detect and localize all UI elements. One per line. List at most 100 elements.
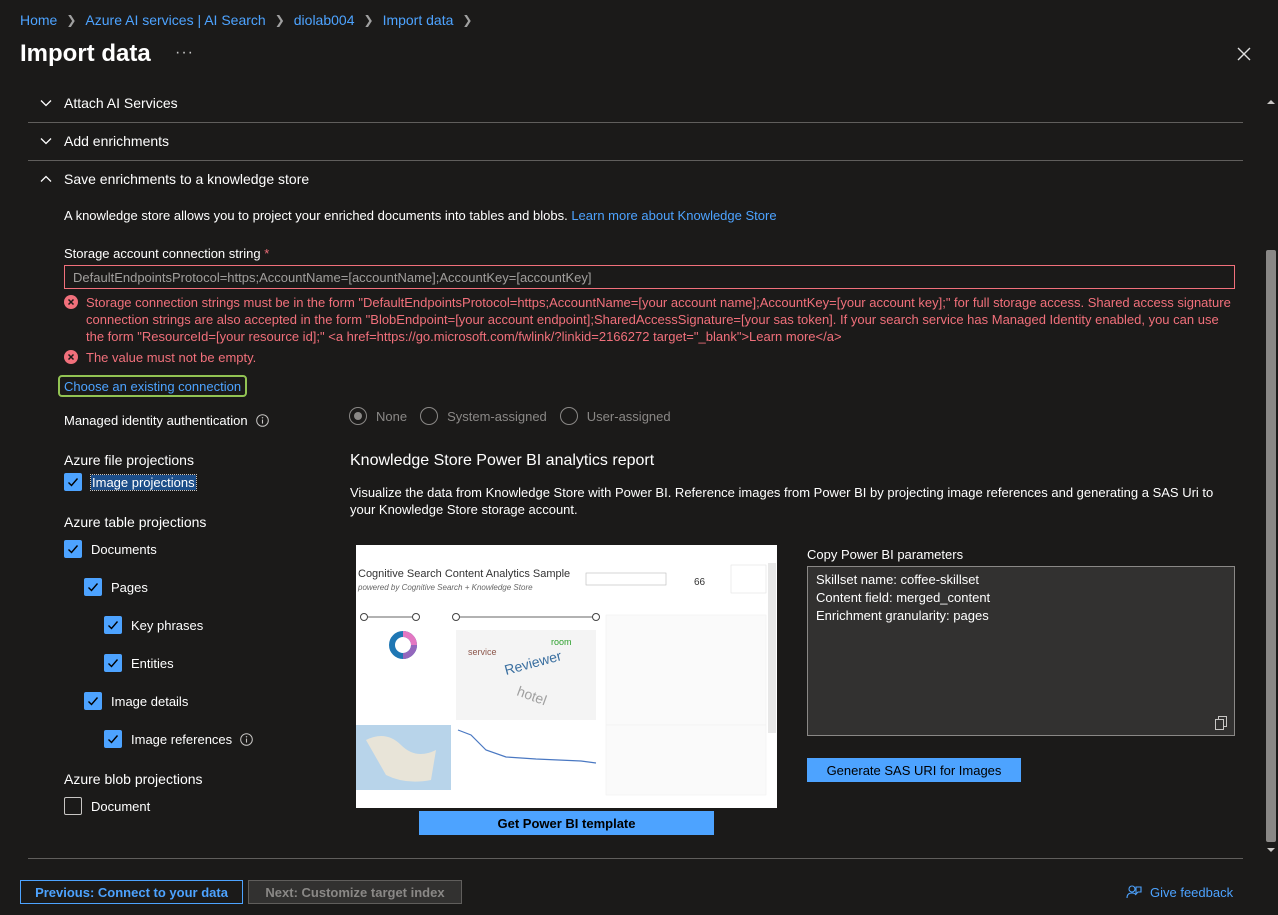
managed-identity-label: Managed identity authentication <box>64 413 269 428</box>
chevron-right-icon: ❯ <box>274 13 285 27</box>
svg-text:service: service <box>468 647 497 657</box>
checkbox-checked-icon <box>104 730 122 748</box>
previous-button[interactable]: Previous: Connect to your data <box>20 880 243 904</box>
knowledge-store-intro: A knowledge store allows you to project … <box>64 208 777 223</box>
breadcrumb-home[interactable]: Home <box>20 12 57 28</box>
chevron-down-icon <box>40 100 52 107</box>
radio-label: User-assigned <box>586 408 671 424</box>
report-total-docs: 66 <box>694 577 706 588</box>
error-icon <box>64 295 78 309</box>
checkbox-key-phrases[interactable]: Key phrases <box>104 616 203 634</box>
checkbox-image-details[interactable]: Image details <box>84 692 188 710</box>
checkbox-label: Key phrases <box>131 617 204 633</box>
error-message: The value must not be empty. <box>64 349 1236 366</box>
accordion-label: Attach AI Services <box>64 95 178 111</box>
checkbox-label: Document <box>91 798 151 814</box>
ellipsis-icon[interactable]: ··· <box>175 44 194 62</box>
param-content-field: Content field: merged_content <box>816 590 991 605</box>
intro-text: A knowledge store allows you to project … <box>64 208 568 223</box>
chevron-up-icon <box>40 175 52 182</box>
checkbox-pages[interactable]: Pages <box>84 578 148 596</box>
checkbox-label: Entities <box>131 655 174 671</box>
next-button[interactable]: Next: Customize target index <box>248 880 462 904</box>
checkbox-unchecked-icon <box>64 797 82 815</box>
chevron-right-icon: ❯ <box>462 13 473 27</box>
feedback-icon <box>1126 885 1142 899</box>
power-bi-report-preview: Cognitive Search Content Analytics Sampl… <box>356 545 777 808</box>
scroll-down-icon[interactable] <box>1266 845 1276 855</box>
footer-divider <box>28 858 1243 859</box>
radio-label: System-assigned <box>447 408 547 424</box>
give-feedback-link[interactable]: Give feedback <box>1126 884 1233 900</box>
table-projections-title: Azure table projections <box>64 514 207 530</box>
checkbox-label: Documents <box>91 541 157 557</box>
power-bi-params-box[interactable]: Skillset name: coffee-skillset Content f… <box>807 566 1235 736</box>
learn-more-link[interactable]: Learn more about Knowledge Store <box>571 208 776 223</box>
choose-existing-connection-link[interactable]: Choose an existing connection <box>58 375 248 397</box>
conn-string-input[interactable] <box>64 265 1235 289</box>
accordion-save-knowledge-store[interactable]: Save enrichments to a knowledge store <box>28 160 1243 198</box>
radio-indicator <box>559 407 578 425</box>
radio-user-assigned[interactable]: User-assigned <box>559 407 671 425</box>
error-text: The value must not be empty. <box>86 350 257 365</box>
generate-sas-uri-button[interactable]: Generate SAS URI for Images <box>807 758 1021 782</box>
checkbox-checked-icon <box>64 540 82 558</box>
file-projections-title: Azure file projections <box>64 452 194 468</box>
checkbox-label: Image references <box>131 731 233 747</box>
accordion-label: Save enrichments to a knowledge store <box>64 171 310 187</box>
param-granularity: Enrichment granularity: pages <box>816 608 989 623</box>
checkbox-label: Image details <box>111 693 189 709</box>
checkbox-checked-icon <box>84 692 102 710</box>
breadcrumb-ai-search[interactable]: Azure AI services | AI Search <box>85 12 265 28</box>
checkbox-checked-icon <box>84 578 102 596</box>
accordion-attach-ai-services[interactable]: Attach AI Services <box>28 84 1243 122</box>
power-bi-title: Knowledge Store Power BI analytics repor… <box>350 452 655 469</box>
checkbox-documents[interactable]: Documents <box>64 540 157 558</box>
checkbox-checked-icon <box>64 473 82 491</box>
checkbox-image-projections[interactable]: Image projections <box>64 473 197 491</box>
scrollbar-thumb[interactable] <box>1266 250 1276 842</box>
error-message: Storage connection strings must be in th… <box>64 294 1236 345</box>
blob-projections-title: Azure blob projections <box>64 771 203 787</box>
chevron-right-icon: ❯ <box>66 13 77 27</box>
managed-identity-radio-group: None System-assigned User-assigned <box>349 407 684 425</box>
breadcrumb-import-data[interactable]: Import data <box>383 12 454 28</box>
get-power-bi-template-button[interactable]: Get Power BI template <box>419 811 714 835</box>
checkbox-label: Pages <box>111 579 148 595</box>
radio-indicator <box>349 407 367 425</box>
checkbox-checked-icon <box>104 616 122 634</box>
page-title: Import data <box>20 40 151 67</box>
copy-params-label: Copy Power BI parameters <box>807 547 964 562</box>
scroll-up-icon[interactable] <box>1266 97 1276 107</box>
radio-none[interactable]: None <box>349 407 407 425</box>
param-skillset: Skillset name: coffee-skillset <box>816 572 980 587</box>
power-bi-description: Visualize the data from Knowledge Store … <box>350 485 1214 517</box>
required-mark: * <box>264 246 270 261</box>
managed-identity-text: Managed identity authentication <box>64 413 248 428</box>
checkbox-document[interactable]: Document <box>64 797 150 815</box>
conn-string-label: Storage account connection string * <box>64 246 269 261</box>
close-icon[interactable] <box>1234 44 1254 64</box>
checkbox-entities[interactable]: Entities <box>104 654 174 672</box>
report-subtitle: powered by Cognitive Search + Knowledge … <box>357 583 533 592</box>
conn-label-text: Storage account connection string <box>64 246 261 261</box>
radio-indicator <box>420 407 439 425</box>
svg-text:room: room <box>551 637 572 647</box>
report-preview-graphic: Cognitive Search Content Analytics Sampl… <box>356 545 777 808</box>
copy-icon[interactable] <box>1215 716 1228 730</box>
accordion-add-enrichments[interactable]: Add enrichments <box>28 122 1243 160</box>
error-text: Storage connection strings must be in th… <box>86 295 1231 344</box>
info-icon[interactable] <box>255 414 269 427</box>
radio-system-assigned[interactable]: System-assigned <box>420 407 547 425</box>
chevron-right-icon: ❯ <box>363 13 374 27</box>
accordion-label: Add enrichments <box>64 133 170 149</box>
checkbox-checked-icon <box>104 654 122 672</box>
error-icon <box>64 350 78 364</box>
radio-label: None <box>376 408 408 424</box>
chevron-down-icon <box>40 138 52 145</box>
checkbox-image-references[interactable]: Image references <box>104 730 253 748</box>
checkbox-label: Image projections <box>90 473 197 491</box>
info-icon[interactable] <box>240 732 253 746</box>
report-title: Cognitive Search Content Analytics Sampl… <box>358 568 570 580</box>
breadcrumb-service[interactable]: diolab004 <box>294 12 355 28</box>
